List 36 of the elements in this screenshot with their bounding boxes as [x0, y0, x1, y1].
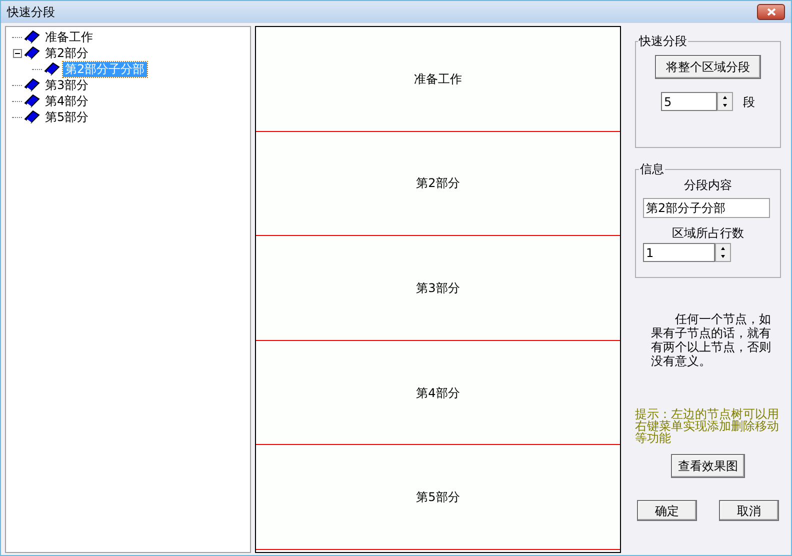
book-icon	[24, 30, 40, 44]
window-title: 快速分段	[7, 4, 55, 21]
book-icon	[24, 78, 40, 92]
book-icon	[24, 46, 40, 60]
ok-button[interactable]: 确定	[637, 500, 697, 521]
tree-item[interactable]: 第3部分	[43, 78, 91, 92]
tree-item[interactable]: 第2部分	[43, 46, 91, 60]
spin-buttons[interactable]	[717, 92, 733, 111]
segment-label: 第5部分	[416, 489, 460, 506]
field-label: 分段内容	[683, 177, 733, 194]
unit-label: 段	[743, 94, 755, 110]
collapse-toggle[interactable]	[12, 48, 22, 58]
preview-button[interactable]: 查看效果图	[671, 454, 745, 478]
note-text: 任何一个节点，如果有子节点的话，就有有两个以上节点，否则没有意义。	[650, 312, 772, 368]
spin-buttons[interactable]	[715, 243, 731, 262]
hint-text: 提示：左边的节点树可以用右键菜单实现添加删除移动等功能	[635, 408, 780, 444]
segment-all-button[interactable]: 将整个区域分段	[655, 55, 761, 79]
book-icon	[44, 62, 60, 76]
close-icon	[766, 8, 776, 16]
rows-field[interactable]: 1	[643, 243, 715, 262]
cancel-button[interactable]: 取消	[719, 500, 779, 521]
tree-item[interactable]: 准备工作	[43, 30, 95, 44]
book-icon	[24, 94, 40, 108]
segment-label: 准备工作	[414, 70, 462, 88]
field-label: 区域所占行数	[671, 225, 745, 242]
segment-label: 第4部分	[416, 384, 460, 402]
tree-item[interactable]: 第5部分	[43, 110, 91, 124]
tree-item[interactable]: 第4部分	[43, 94, 91, 108]
group-title: 信息	[639, 161, 665, 178]
segment-count-field[interactable]: 5	[661, 92, 717, 111]
segment-label: 第3部分	[416, 280, 460, 297]
group-title: 快速分段	[638, 33, 688, 50]
book-icon	[24, 110, 40, 124]
content-field[interactable]: 第2部分子分部	[643, 198, 770, 218]
segment-label: 第2部分	[416, 175, 460, 192]
close-button[interactable]	[757, 4, 785, 20]
